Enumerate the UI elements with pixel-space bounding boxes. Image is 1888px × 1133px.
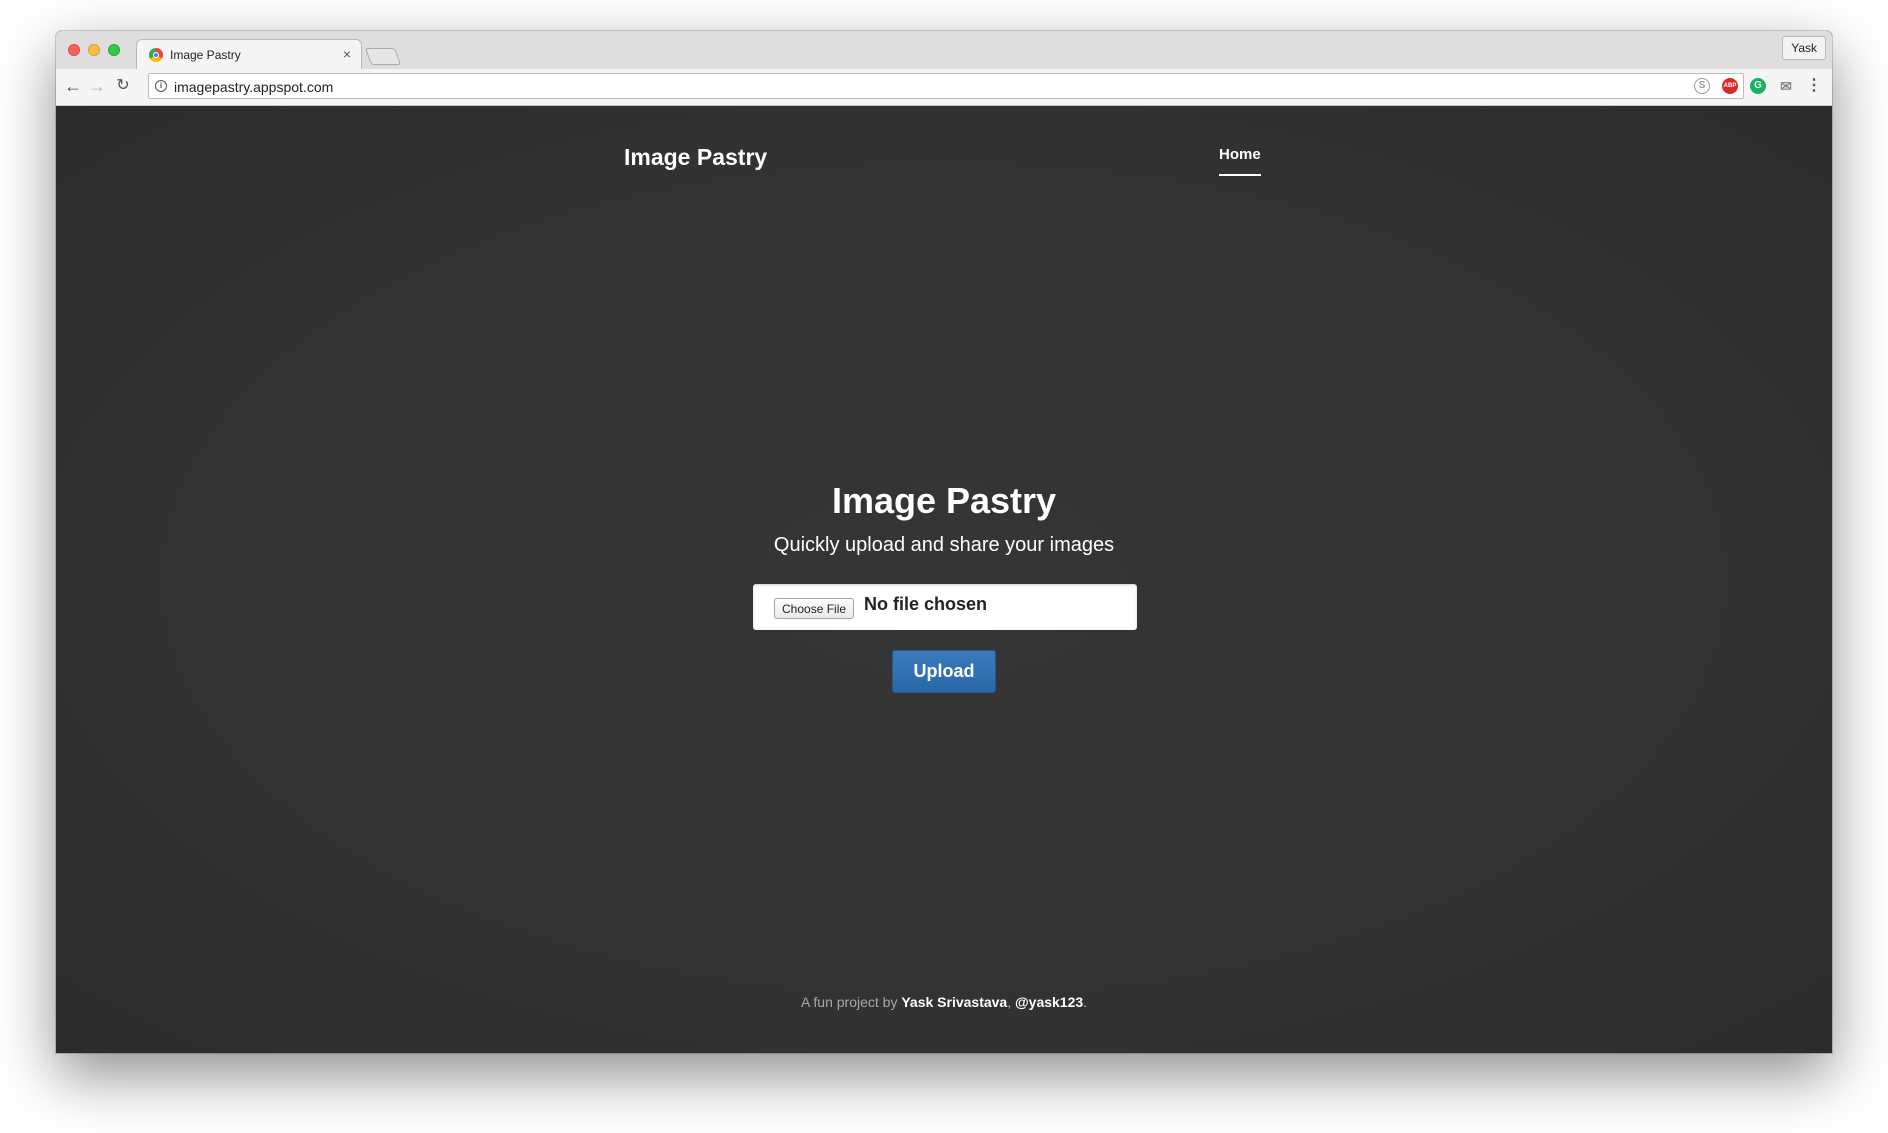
- reload-icon[interactable]: ↻: [112, 75, 134, 97]
- footer: A fun project by Yask Srivastava, @yask1…: [56, 994, 1832, 1010]
- tab-close-icon[interactable]: ×: [343, 46, 351, 62]
- nav-item-home[interactable]: Home: [1219, 146, 1261, 176]
- info-icon[interactable]: i: [155, 80, 167, 92]
- forward-arrow-icon[interactable]: →: [86, 75, 108, 97]
- mail-extension-icon[interactable]: ✉: [1777, 78, 1795, 94]
- browser-menu-icon[interactable]: ⋮: [1806, 78, 1822, 94]
- new-tab-button[interactable]: [364, 48, 402, 65]
- footer-handle-link[interactable]: @yask123: [1015, 994, 1083, 1010]
- close-window-button[interactable]: [68, 44, 80, 56]
- back-arrow-icon[interactable]: ←: [62, 75, 84, 97]
- file-input[interactable]: Choose File No file chosen: [753, 584, 1137, 630]
- adblock-extension-icon[interactable]: ABP: [1722, 78, 1738, 94]
- footer-author-link[interactable]: Yask Srivastava: [901, 994, 1007, 1010]
- browser-tab[interactable]: Image Pastry ×: [136, 39, 362, 70]
- page-content: Image Pastry Home Image Pastry Quickly u…: [56, 106, 1832, 1053]
- footer-prefix: A fun project by: [800, 994, 902, 1010]
- footer-suffix: .: [1083, 994, 1088, 1010]
- upload-button[interactable]: Upload: [892, 650, 996, 693]
- profile-button[interactable]: Yask: [1782, 36, 1826, 60]
- choose-file-button[interactable]: Choose File: [774, 598, 855, 619]
- tab-strip: Image Pastry × Yask: [56, 31, 1832, 70]
- hero-title: Image Pastry: [831, 480, 1057, 521]
- hero-subtitle: Quickly upload and share your images: [773, 534, 1115, 556]
- address-bar[interactable]: i imagepastry.appspot.com ☆: [148, 73, 1744, 99]
- grammarly-extension-icon[interactable]: G: [1750, 78, 1766, 94]
- tab-title: Image Pastry: [170, 48, 241, 62]
- footer-separator: ,: [1007, 994, 1015, 1010]
- site-brand[interactable]: Image Pastry: [624, 144, 767, 171]
- skype-extension-icon[interactable]: S: [1694, 78, 1710, 94]
- file-status-text: No file chosen: [864, 594, 988, 614]
- browser-toolbar: ← → ↻ i imagepastry.appspot.com ☆ S ABP …: [56, 69, 1832, 106]
- url-text[interactable]: imagepastry.appspot.com: [174, 79, 333, 95]
- maximize-window-button[interactable]: [108, 44, 120, 56]
- browser-window: Image Pastry × Yask ← → ↻ i imagepastry.…: [56, 31, 1832, 1053]
- chrome-favicon-icon: [149, 48, 163, 62]
- minimize-window-button[interactable]: [88, 44, 100, 56]
